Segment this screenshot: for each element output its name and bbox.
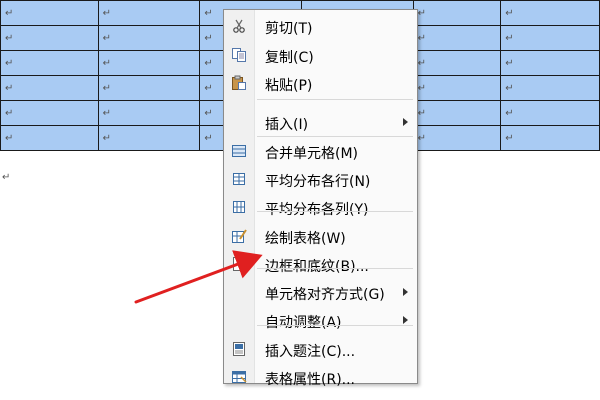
annotation-arrow — [134, 250, 263, 304]
